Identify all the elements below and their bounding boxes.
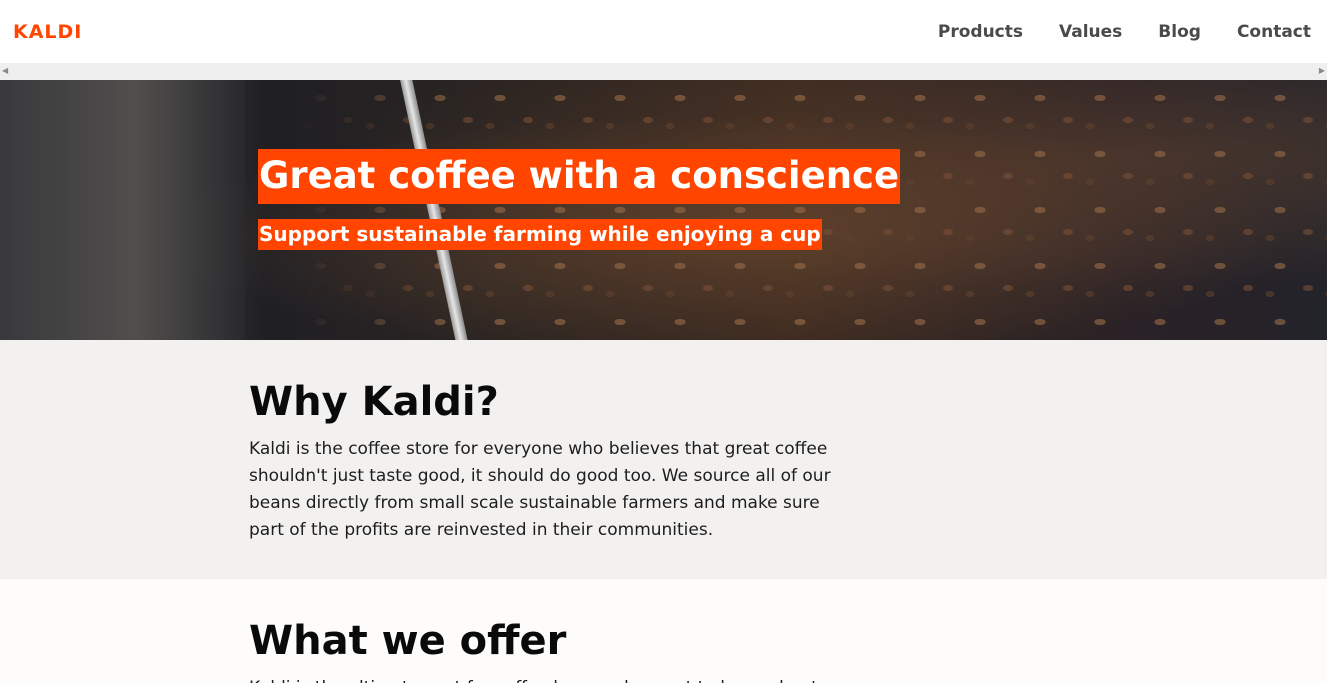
scroll-left-arrow-icon[interactable]: ◀	[2, 66, 8, 76]
logo-link[interactable]: KALDI	[13, 21, 82, 43]
why-kaldi-body: Kaldi is the coffee store for everyone w…	[249, 439, 831, 540]
what-we-offer-heading: What we offer	[249, 618, 567, 664]
hero-banner: Great coffee with a conscience Support s…	[0, 80, 1327, 340]
nav-link-contact[interactable]: Contact	[1237, 22, 1311, 42]
hero-subtitle: Support sustainable farming while enjoyi…	[258, 219, 822, 250]
why-kaldi-section: Why Kaldi? Kaldi is the coffee store for…	[0, 340, 1327, 579]
hero-coffee-beans-image	[0, 80, 1327, 340]
why-kaldi-heading: Why Kaldi?	[249, 379, 499, 425]
nav-link-products[interactable]: Products	[938, 22, 1023, 42]
what-we-offer-body: Kaldi is the ultimate spot for coffee lo…	[249, 675, 834, 683]
hero-title: Great coffee with a conscience	[258, 149, 901, 204]
nav-link-blog[interactable]: Blog	[1158, 22, 1201, 42]
horizontal-scrollbar[interactable]: ◀ ▶	[0, 63, 1327, 80]
what-we-offer-section: What we offer Kaldi is the ultimate spot…	[0, 579, 1327, 683]
navbar: KALDI Products Values Blog Contact	[0, 0, 1327, 63]
scroll-right-arrow-icon[interactable]: ▶	[1319, 66, 1325, 76]
nav-links: Products Values Blog Contact	[902, 22, 1311, 42]
nav-link-values[interactable]: Values	[1059, 22, 1122, 42]
